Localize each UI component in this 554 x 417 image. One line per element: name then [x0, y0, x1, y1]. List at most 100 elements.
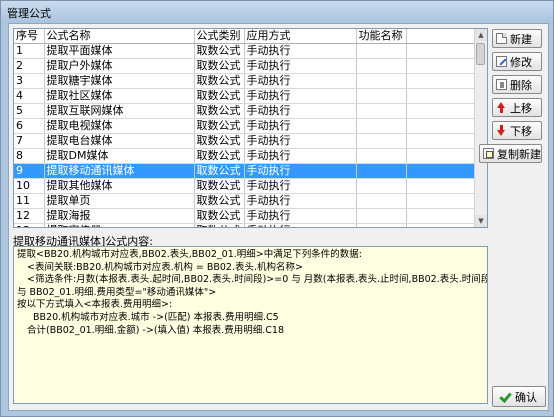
cell-blank — [406, 193, 477, 209]
col-header-function-name[interactable]: 功能名称 — [356, 29, 407, 44]
cell-category: 取数公式 — [194, 148, 245, 164]
cell-blank — [406, 73, 477, 89]
cell-category: 取数公式 — [194, 163, 245, 179]
cell-formula-name: 提取DM媒体 — [44, 148, 195, 164]
cell-apply-mode: 手动执行 — [244, 148, 357, 164]
cell-category: 取数公式 — [194, 193, 245, 209]
manage-formula-window: 管理公式 序号 公式名称 公式类别 应用方式 功能名称 1 提取平面媒体 取数公… — [0, 0, 554, 417]
cell-formula-name: 提取糖宇媒体 — [44, 73, 195, 89]
cell-apply-mode: 手动执行 — [244, 163, 357, 179]
cell-blank — [406, 103, 477, 119]
cell-category: 取数公式 — [194, 103, 245, 119]
copy-new-button-label: 复制新建 — [497, 147, 541, 161]
cell-category: 取数公式 — [194, 223, 245, 227]
move-down-button-label: 下移 — [510, 124, 532, 138]
cell-blank — [406, 223, 477, 227]
cell-function-name — [356, 178, 407, 194]
col-header-apply-mode[interactable]: 应用方式 — [244, 29, 357, 44]
cell-function-name — [356, 58, 407, 74]
arrow-down-icon — [496, 125, 507, 136]
cell-formula-name: 提取宣传册 — [44, 223, 195, 227]
col-header-category[interactable]: 公式类别 — [194, 29, 245, 44]
col-header-blank — [406, 29, 477, 44]
move-down-button[interactable]: 下移 — [492, 121, 542, 140]
cell-apply-mode: 手动执行 — [244, 58, 357, 74]
dialog-body: 序号 公式名称 公式类别 应用方式 功能名称 1 提取平面媒体 取数公式 手动执行 2 提… — [8, 23, 549, 411]
ok-button[interactable]: 确认 — [492, 386, 546, 407]
copy-icon — [483, 148, 494, 159]
table-row[interactable]: 5 提取互联网媒体 取数公式 手动执行 — [14, 103, 477, 119]
cell-category: 取数公式 — [194, 73, 245, 89]
edit-icon — [496, 56, 507, 67]
cell-function-name — [356, 73, 407, 89]
cell-function-name — [356, 88, 407, 104]
formula-line: <筛选条件:月数(本报表.表头.起时间,BB02.表头.时间段)>=0 与 月数… — [27, 274, 488, 286]
table-row[interactable]: 3 提取糖宇媒体 取数公式 手动执行 — [14, 73, 477, 89]
formula-table[interactable]: 序号 公式名称 公式类别 应用方式 功能名称 1 提取平面媒体 取数公式 手动执行 2 提… — [13, 28, 488, 228]
cell-apply-mode: 手动执行 — [244, 103, 357, 119]
table-row[interactable]: 2 提取户外媒体 取数公式 手动执行 — [14, 58, 477, 74]
cell-index: 9 — [14, 163, 45, 179]
table-row[interactable]: 4 提取社区媒体 取数公式 手动执行 — [14, 88, 477, 104]
cell-formula-name: 提取平面媒体 — [44, 43, 195, 59]
formula-line: 按以下方式填入<本报表.费用明细>: — [17, 299, 173, 311]
move-up-button-label: 上移 — [510, 101, 532, 115]
cell-index: 4 — [14, 88, 45, 104]
cell-apply-mode: 手动执行 — [244, 133, 357, 149]
scroll-up-icon[interactable]: ▲ — [475, 29, 487, 41]
formula-grid: 序号 公式名称 公式类别 应用方式 功能名称 1 提取平面媒体 取数公式 手动执行 2 提… — [14, 29, 477, 227]
cell-category: 取数公式 — [194, 208, 245, 224]
cell-formula-name: 提取海报 — [44, 208, 195, 224]
formula-line: 合计(BB02_01.明细.金额) ->(填入值) 本报表.费用明细.C18 — [27, 324, 285, 336]
table-row[interactable]: 11 提取单页 取数公式 手动执行 — [14, 193, 477, 209]
cell-index: 7 — [14, 133, 45, 149]
scroll-down-icon[interactable]: ▼ — [475, 215, 487, 227]
table-row[interactable]: 8 提取DM媒体 取数公式 手动执行 — [14, 148, 477, 164]
cell-blank — [406, 148, 477, 164]
table-row[interactable]: 10 提取其他媒体 取数公式 手动执行 — [14, 178, 477, 194]
table-row[interactable]: 13提取宣传册取数公式手动执行 — [14, 223, 477, 227]
cell-blank — [406, 178, 477, 194]
formula-line: <表间关联:BB20.机构城市对应表.机构 = BB02.表头.机构名称> — [27, 261, 303, 273]
col-header-name[interactable]: 公式名称 — [44, 29, 195, 44]
cell-apply-mode: 手动执行 — [244, 73, 357, 89]
delete-button-label: 删除 — [510, 78, 532, 92]
cell-blank — [406, 118, 477, 134]
cell-apply-mode: 手动执行 — [244, 43, 357, 59]
cell-formula-name: 提取其他媒体 — [44, 178, 195, 194]
cell-apply-mode: 手动执行 — [244, 178, 357, 194]
formula-line: 提取<BB20.机构城市对应表,BB02.表头,BB02_01.明细>中满足下列… — [17, 249, 362, 260]
formula-content-text[interactable]: 提取<BB20.机构城市对应表,BB02.表头,BB02_01.明细>中满足下列… — [13, 246, 488, 404]
table-row[interactable]: 6 提取电视媒体 取数公式 手动执行 — [14, 118, 477, 134]
cell-function-name — [356, 118, 407, 134]
delete-icon — [496, 79, 507, 90]
col-header-index[interactable]: 序号 — [14, 29, 45, 44]
cell-formula-name: 提取单页 — [44, 193, 195, 209]
cell-function-name — [356, 208, 407, 224]
delete-button[interactable]: 删除 — [492, 75, 542, 94]
table-row[interactable]: 9 提取移动通讯媒体 取数公式 手动执行 — [14, 163, 477, 179]
cell-index: 12 — [14, 208, 45, 224]
cell-function-name — [356, 43, 407, 59]
cell-index: 5 — [14, 103, 45, 119]
table-row[interactable]: 7 提取电台媒体 取数公式 手动执行 — [14, 133, 477, 149]
arrow-up-icon — [496, 102, 507, 113]
copy-new-button[interactable]: 复制新建 — [479, 144, 542, 163]
cell-category: 取数公式 — [194, 178, 245, 194]
new-button[interactable]: 新建 — [492, 29, 542, 48]
cell-apply-mode: 手动执行 — [244, 208, 357, 224]
cell-category: 取数公式 — [194, 43, 245, 59]
formula-line: 与 BB02_01.明细.费用类型="移动通讯媒体"> — [17, 286, 217, 298]
cell-apply-mode: 手动执行 — [244, 193, 357, 209]
move-up-button[interactable]: 上移 — [492, 98, 542, 117]
cell-index: 13 — [14, 223, 45, 227]
table-scrollbar[interactable]: ▲ ▼ — [474, 29, 487, 227]
cell-index: 10 — [14, 178, 45, 194]
table-row[interactable]: 1 提取平面媒体 取数公式 手动执行 — [14, 43, 477, 59]
cell-apply-mode: 手动执行 — [244, 118, 357, 134]
cell-function-name — [356, 193, 407, 209]
cell-function-name — [356, 133, 407, 149]
edit-button[interactable]: 修改 — [492, 52, 542, 71]
scroll-thumb[interactable] — [476, 43, 485, 65]
table-row[interactable]: 12 提取海报 取数公式 手动执行 — [14, 208, 477, 224]
